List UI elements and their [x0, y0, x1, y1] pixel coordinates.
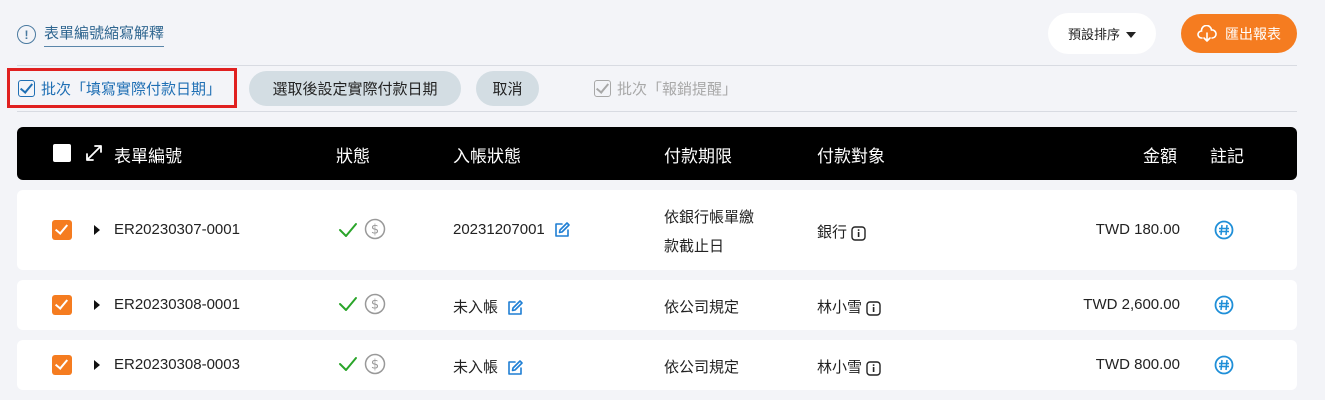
export-report-button[interactable]: 匯出報表 [1181, 14, 1297, 53]
info-icon[interactable] [866, 360, 881, 376]
payee-value: 林小雪 [817, 299, 863, 316]
edit-icon[interactable] [506, 359, 524, 377]
dollar-circle-icon: $ [364, 293, 386, 315]
legend-link-label: 表單編號縮寫解釋 [44, 22, 165, 47]
batch-remind-label: 批次「報銷提醒」 [617, 81, 738, 98]
svg-text:$: $ [371, 298, 379, 313]
dollar-circle-icon: $ [364, 218, 386, 240]
form-no[interactable]: ER20230307-0001 [114, 221, 240, 238]
form-no[interactable]: ER20230308-0003 [114, 356, 240, 373]
table-row[interactable]: ER20230308-0003 $ 未入帳 依公司規定 林小雪 TWD 800.… [17, 340, 1297, 390]
table-row[interactable]: ER20230307-0001 $ 20231207001 依銀行帳單繳 款截止… [17, 190, 1297, 270]
note-hash-icon[interactable] [1214, 355, 1234, 375]
col-posting-status: 入帳狀態 [453, 147, 521, 166]
amount: TWD 800.00 [1095, 356, 1180, 373]
col-status: 狀態 [336, 147, 370, 166]
checkbox-icon [594, 80, 611, 97]
col-amount: 金額 [1143, 147, 1177, 166]
expand-row-icon[interactable] [94, 360, 100, 370]
row-checkbox[interactable] [52, 355, 72, 375]
row-checkbox[interactable] [52, 220, 72, 240]
note-hash-icon[interactable] [1214, 220, 1234, 240]
edit-icon[interactable] [506, 299, 524, 317]
payee: 林小雪 [817, 296, 881, 317]
col-note: 註記 [1210, 147, 1244, 166]
col-payee: 付款對象 [817, 147, 885, 166]
edit-icon[interactable] [553, 221, 571, 239]
dollar-circle-icon: $ [364, 353, 386, 375]
sort-dropdown[interactable]: 預設排序 [1048, 13, 1156, 54]
payee-value: 銀行 [817, 224, 848, 241]
posting-status: 未入帳 [453, 296, 524, 317]
row-checkbox[interactable] [52, 295, 72, 315]
info-icon[interactable] [866, 300, 881, 316]
batch-fill-label: 批次「填寫實際付款日期」 [41, 80, 222, 98]
expand-icon[interactable] [84, 143, 104, 163]
posting-value: 未入帳 [453, 299, 499, 316]
payment-deadline: 依公司規定 [664, 299, 740, 316]
amount: TWD 2,600.00 [1083, 296, 1180, 313]
posting-value: 未入帳 [453, 359, 499, 376]
expand-row-icon[interactable] [94, 300, 100, 310]
svg-text:$: $ [371, 223, 379, 238]
payee-value: 林小雪 [817, 359, 863, 376]
caret-down-icon [1126, 31, 1136, 38]
checkmark-icon [339, 297, 357, 311]
amount: TWD 180.00 [1095, 221, 1180, 238]
payee: 林小雪 [817, 356, 881, 377]
checkmark-icon [339, 357, 357, 371]
posting-status: 20231207001 [453, 221, 571, 239]
sort-label: 預設排序 [1067, 27, 1120, 42]
payee: 銀行 [817, 221, 866, 242]
form-no[interactable]: ER20230308-0001 [114, 296, 240, 313]
info-icon[interactable] [851, 225, 866, 241]
info-icon: ! [17, 25, 36, 44]
batch-fill-payment-date-button[interactable]: 批次「填寫實際付款日期」 [7, 68, 237, 108]
batch-reimburse-reminder-button[interactable]: 批次「報銷提醒」 [594, 78, 737, 99]
divider [17, 111, 1297, 112]
export-label: 匯出報表 [1225, 25, 1281, 42]
col-payment-deadline: 付款期限 [664, 147, 732, 166]
cancel-button[interactable]: 取消 [476, 71, 539, 106]
note-hash-icon[interactable] [1214, 295, 1234, 315]
table-row[interactable]: ER20230308-0001 $ 未入帳 依公司規定 林小雪 TWD 2,60… [17, 280, 1297, 330]
payment-deadline-line1: 依銀行帳單繳 [664, 209, 755, 226]
expand-row-icon[interactable] [94, 225, 100, 235]
posting-value: 20231207001 [453, 221, 545, 238]
svg-text:$: $ [371, 358, 379, 373]
cloud-download-icon [1197, 24, 1217, 42]
checkmark-icon [339, 223, 357, 237]
set-date-label: 選取後設定實際付款日期 [272, 81, 438, 98]
checkbox-icon [18, 79, 35, 97]
cancel-label: 取消 [492, 81, 523, 98]
payment-deadline-line2: 款截止日 [664, 238, 725, 255]
select-all-checkbox[interactable] [53, 144, 71, 162]
set-date-after-select-button[interactable]: 選取後設定實際付款日期 [249, 71, 461, 106]
col-form-no[interactable]: 表單編號 [114, 142, 182, 167]
top-bar: ! 表單編號縮寫解釋 預設排序 匯出報表 [0, 0, 1325, 66]
batch-toolbar: 批次「填寫實際付款日期」 選取後設定實際付款日期 取消 批次「報銷提醒」 [0, 66, 1325, 112]
posting-status: 未入帳 [453, 356, 524, 377]
table-header: 表單編號 狀態 入帳狀態 付款期限 付款對象 金額 註記 [17, 127, 1297, 180]
form-number-legend-link[interactable]: ! 表單編號縮寫解釋 [17, 22, 165, 47]
payment-deadline: 依公司規定 [664, 359, 740, 376]
